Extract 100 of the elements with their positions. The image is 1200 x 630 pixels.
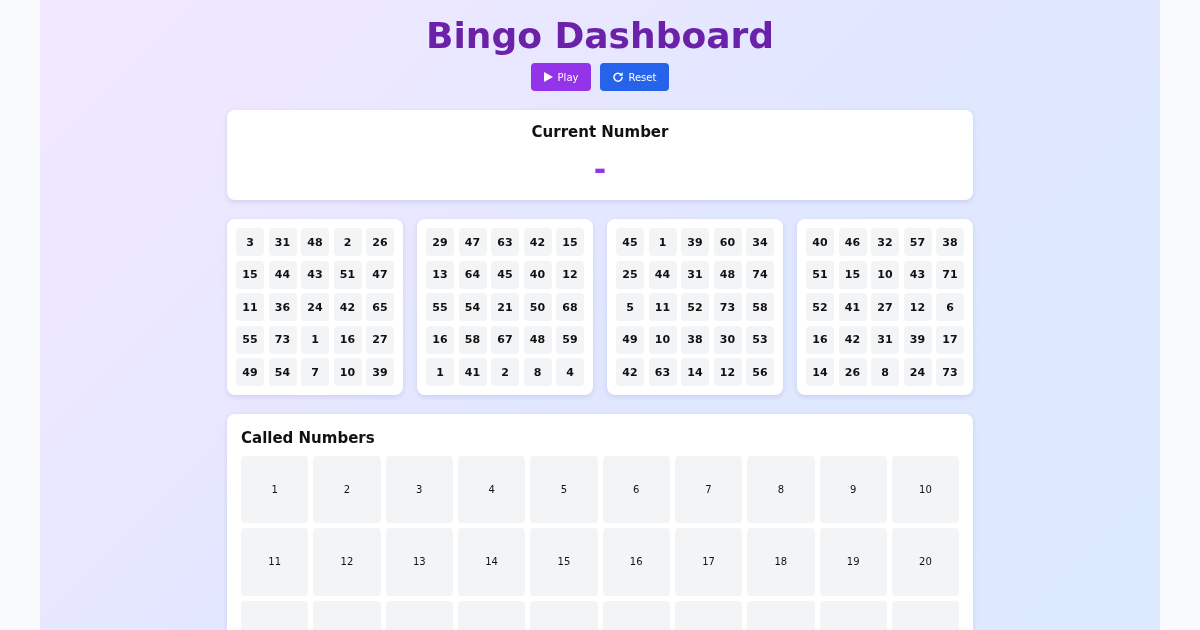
- bingo-cell: 54: [458, 293, 487, 321]
- called-number-cell: 15: [530, 528, 598, 596]
- bingo-cell: 48: [301, 228, 329, 256]
- bingo-cell: 63: [648, 358, 677, 386]
- called-number-cell: 19: [819, 528, 887, 596]
- bingo-cell: 24: [903, 358, 932, 386]
- called-number-cell: 12: [313, 528, 381, 596]
- bingo-cell: 51: [806, 260, 834, 289]
- bingo-cell: 59: [556, 325, 584, 354]
- bingo-cell: 53: [746, 325, 774, 354]
- bingo-cell: 43: [301, 260, 329, 289]
- bingo-cell: 73: [936, 358, 964, 386]
- bingo-cell: 43: [903, 260, 932, 289]
- bingo-cell: 67: [491, 325, 519, 354]
- called-number-cell: 2: [313, 456, 381, 524]
- bingo-cell: 21: [491, 293, 519, 321]
- bingo-cell: 31: [871, 325, 899, 354]
- bingo-cell: 26: [838, 358, 867, 386]
- called-number-cell: 11: [241, 528, 309, 596]
- bingo-cell: 49: [616, 325, 644, 354]
- bingo-cell: 57: [903, 228, 932, 256]
- bingo-cell: 44: [268, 260, 297, 289]
- bingo-cell: 15: [838, 260, 867, 289]
- bingo-cell: 31: [681, 260, 709, 289]
- bingo-cell: 51: [333, 260, 362, 289]
- bingo-cell: 32: [871, 228, 899, 256]
- called-number-cell: 5: [530, 456, 598, 524]
- bingo-cell: 11: [648, 293, 677, 321]
- bingo-cell: 38: [936, 228, 964, 256]
- bingo-cell: 3: [236, 228, 264, 256]
- bingo-cell: 65: [366, 293, 394, 321]
- bingo-cell: 74: [746, 260, 774, 289]
- bingo-cell: 45: [491, 260, 519, 289]
- bingo-cell: 13: [426, 260, 454, 289]
- bingo-cell: 14: [806, 358, 834, 386]
- bingo-cell: 58: [458, 325, 487, 354]
- called-number-cell: 7: [674, 456, 743, 524]
- bingo-cell: 36: [268, 293, 297, 321]
- reload-icon: [613, 72, 624, 82]
- bingo-cell: 56: [746, 358, 774, 386]
- bingo-cell: 60: [713, 228, 742, 256]
- bingo-cell: 73: [268, 325, 297, 354]
- bingo-cell: 55: [236, 325, 264, 354]
- bingo-cell: 38: [681, 325, 709, 354]
- called-number-cell: 17: [674, 528, 743, 596]
- bingo-cell: 46: [838, 228, 867, 256]
- bingo-cell: 11: [236, 293, 264, 321]
- bingo-cell: 42: [616, 358, 644, 386]
- bingo-cell: 49: [236, 358, 264, 386]
- bingo-cell: 40: [806, 228, 834, 256]
- called-number-cell: 1: [241, 456, 309, 524]
- bingo-cell: 15: [556, 228, 584, 256]
- bingo-cell: 47: [366, 260, 394, 289]
- bingo-cell: 5: [616, 293, 644, 321]
- called-numbers-heading: Called Numbers: [241, 428, 376, 448]
- bingo-cell: 58: [746, 293, 774, 321]
- bingo-cell: 52: [806, 293, 834, 321]
- called-number-cell: 16: [602, 528, 670, 596]
- play-button[interactable]: Play: [530, 63, 592, 91]
- bingo-cell: 54: [268, 358, 297, 386]
- bingo-cell: 42: [523, 228, 552, 256]
- current-number-heading: Current Number: [530, 122, 670, 142]
- bingo-cell: 45: [616, 228, 644, 256]
- bingo-cell: 40: [523, 260, 552, 289]
- bingo-cell: 25: [616, 260, 644, 289]
- bingo-cell: 17: [936, 325, 964, 354]
- bingo-cell: 7: [301, 358, 329, 386]
- called-number-cell: 20: [891, 528, 960, 596]
- bingo-cell: 1: [426, 358, 454, 386]
- called-number-cell: 10: [891, 456, 960, 524]
- bingo-cell: 1: [648, 228, 677, 256]
- bingo-cell: 34: [746, 228, 774, 256]
- bingo-cell: 27: [366, 325, 394, 354]
- bingo-cell: 39: [903, 325, 932, 354]
- current-number-value: -: [593, 152, 607, 188]
- bingo-cell: 10: [333, 358, 362, 386]
- bingo-cell: 68: [556, 293, 584, 321]
- bingo-cell: 6: [936, 293, 964, 321]
- bingo-cell: 73: [713, 293, 742, 321]
- dashboard-title: Bingo Dashboard: [425, 14, 775, 58]
- bingo-cell: 2: [491, 358, 519, 386]
- bingo-cell: 8: [871, 358, 899, 386]
- bingo-cell: 39: [681, 228, 709, 256]
- bingo-cell: 42: [838, 325, 867, 354]
- bingo-cell: 8: [523, 358, 552, 386]
- bingo-cell: 4: [556, 358, 584, 386]
- bingo-cell: 12: [713, 358, 742, 386]
- reset-button[interactable]: Reset: [600, 63, 670, 91]
- called-number-cell: 6: [602, 456, 670, 524]
- bingo-cell: 52: [681, 293, 709, 321]
- bingo-cell: 50: [523, 293, 552, 321]
- bingo-cell: 64: [458, 260, 487, 289]
- bingo-cell: 48: [523, 325, 552, 354]
- bingo-cell: 24: [301, 293, 329, 321]
- bingo-cell: 14: [681, 358, 709, 386]
- bingo-cell: 16: [333, 325, 362, 354]
- bingo-cell: 1: [301, 325, 329, 354]
- bingo-cell: 10: [871, 260, 899, 289]
- bingo-cell: 12: [556, 260, 584, 289]
- bingo-cell: 42: [333, 293, 362, 321]
